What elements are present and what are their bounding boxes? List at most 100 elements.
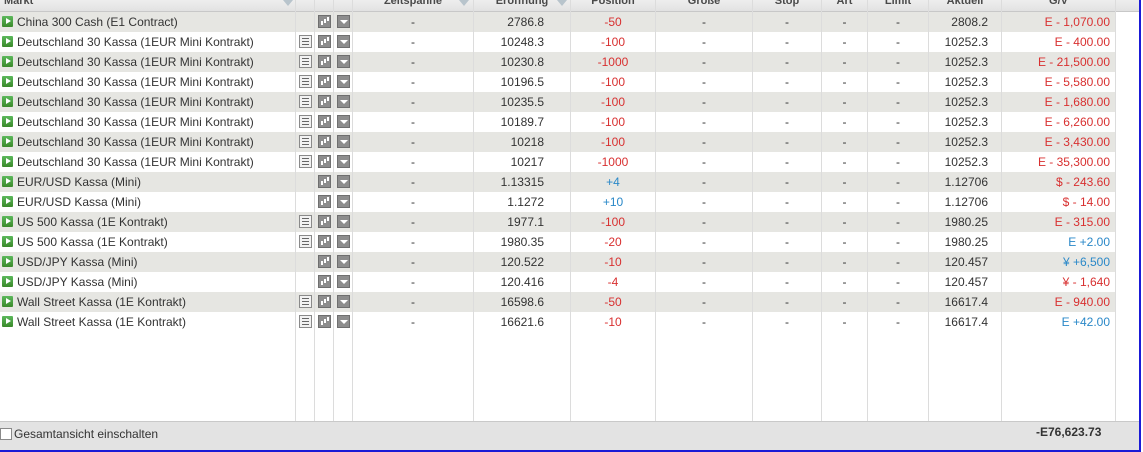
table-row[interactable]: EUR/USD Kassa (Mini) - 1.13315 +4 - - - - 1.1270… [0,172,1116,192]
market-name[interactable]: China 300 Cash (E1 Contract) [17,12,293,32]
table-row[interactable]: USD/JPY Kassa (Mini) - 120.522 -10 - - - - 120.4… [0,252,1116,272]
dropdown-icon[interactable] [337,295,350,308]
play-icon[interactable] [2,116,13,127]
table-row[interactable]: Wall Street Kassa (1E Kontrakt) - 16598.6 -… [0,292,1116,312]
header-limit[interactable]: Limit [868,0,928,11]
dropdown-icon[interactable] [337,115,350,128]
notes-icon[interactable] [299,295,312,308]
table-row[interactable]: US 500 Kassa (1E Kontrakt) - 1980.35 -20 - - -… [0,232,1116,252]
play-icon[interactable] [2,96,13,107]
dropdown-icon[interactable] [337,155,350,168]
chart-icon[interactable] [318,35,331,48]
table-row[interactable]: China 300 Cash (E1 Contract) - 2786.8 -50 - -… [0,12,1116,32]
table-row[interactable]: Deutschland 30 Kassa (1EUR Mini Kontrakt… [0,112,1116,132]
market-name[interactable]: USD/JPY Kassa (Mini) [17,272,293,292]
table-row[interactable]: Deutschland 30 Kassa (1EUR Mini Kontrakt… [0,132,1116,152]
dropdown-icon[interactable] [337,175,350,188]
dropdown-icon[interactable] [337,35,350,48]
play-icon[interactable] [2,236,13,247]
dropdown-icon[interactable] [337,275,350,288]
notes-icon[interactable] [299,55,312,68]
chart-icon[interactable] [318,315,331,328]
market-name[interactable]: Deutschland 30 Kassa (1EUR Mini Kontrakt… [17,32,293,52]
sort-arrow-icon[interactable] [283,0,293,6]
play-icon[interactable] [2,276,13,287]
play-icon[interactable] [2,256,13,267]
market-name[interactable]: Deutschland 30 Kassa (1EUR Mini Kontrakt… [17,112,293,132]
market-name[interactable]: Deutschland 30 Kassa (1EUR Mini Kontrakt… [17,92,293,112]
chart-icon[interactable] [318,295,331,308]
chart-icon[interactable] [318,275,331,288]
table-row[interactable]: Deutschland 30 Kassa (1EUR Mini Kontrakt… [0,72,1116,92]
play-icon[interactable] [2,56,13,67]
notes-icon[interactable] [299,235,312,248]
header-aktuell[interactable]: Aktuell [929,0,1001,11]
play-icon[interactable] [2,136,13,147]
table-row[interactable]: Deutschland 30 Kassa (1EUR Mini Kontrakt… [0,92,1116,112]
chart-icon[interactable] [318,75,331,88]
chart-icon[interactable] [318,55,331,68]
play-icon[interactable] [2,176,13,187]
table-row[interactable]: USD/JPY Kassa (Mini) - 120.416 -4 - - - - 120.45… [0,272,1116,292]
table-row[interactable]: Deutschland 30 Kassa (1EUR Mini Kontrakt… [0,52,1116,72]
play-icon[interactable] [2,76,13,87]
header-zeitspanne[interactable]: Zeitspanne [353,0,473,11]
notes-icon[interactable] [299,315,312,328]
dropdown-icon[interactable] [337,15,350,28]
dropdown-icon[interactable] [337,135,350,148]
dropdown-icon[interactable] [337,195,350,208]
dropdown-icon[interactable] [337,215,350,228]
table-row[interactable]: Wall Street Kassa (1E Kontrakt) - 16621.6 -… [0,312,1116,332]
notes-icon[interactable] [299,215,312,228]
notes-icon[interactable] [299,75,312,88]
market-name[interactable]: US 500 Kassa (1E Kontrakt) [17,232,293,252]
dropdown-icon[interactable] [337,95,350,108]
chart-icon[interactable] [318,115,331,128]
market-name[interactable]: Wall Street Kassa (1E Kontrakt) [17,292,293,312]
play-icon[interactable] [2,16,13,27]
dropdown-icon[interactable] [337,255,350,268]
market-name[interactable]: EUR/USD Kassa (Mini) [17,192,293,212]
market-name[interactable]: EUR/USD Kassa (Mini) [17,172,293,192]
chart-icon[interactable] [318,235,331,248]
header-groesse[interactable]: Größe [656,0,752,11]
notes-icon[interactable] [299,135,312,148]
play-icon[interactable] [2,316,13,327]
market-name[interactable]: Wall Street Kassa (1E Kontrakt) [17,312,293,332]
header-gv[interactable]: G/V [1002,0,1115,11]
play-icon[interactable] [2,216,13,227]
overview-toggle-checkbox[interactable] [0,428,12,440]
market-name[interactable]: Deutschland 30 Kassa (1EUR Mini Kontrakt… [17,52,293,72]
chart-icon[interactable] [318,135,331,148]
chart-icon[interactable] [318,155,331,168]
dropdown-icon[interactable] [337,55,350,68]
header-stop[interactable]: Stop [753,0,821,11]
header-markt[interactable]: Markt [0,0,84,11]
market-name[interactable]: US 500 Kassa (1E Kontrakt) [17,212,293,232]
chart-icon[interactable] [318,215,331,228]
notes-icon[interactable] [299,115,312,128]
market-name[interactable]: Deutschland 30 Kassa (1EUR Mini Kontrakt… [17,152,293,172]
notes-icon[interactable] [299,35,312,48]
table-row[interactable]: Deutschland 30 Kassa (1EUR Mini Kontrakt… [0,32,1116,52]
market-name[interactable]: USD/JPY Kassa (Mini) [17,252,293,272]
header-position[interactable]: Position [571,0,655,11]
play-icon[interactable] [2,296,13,307]
chart-icon[interactable] [318,195,331,208]
table-row[interactable]: Deutschland 30 Kassa (1EUR Mini Kontrakt… [0,152,1116,172]
sort-arrow-icon[interactable] [557,0,567,6]
sort-arrow-icon[interactable] [459,0,469,6]
play-icon[interactable] [2,36,13,47]
table-row[interactable]: EUR/USD Kassa (Mini) - 1.1272 +10 - - - - 1.1270… [0,192,1116,212]
overview-toggle-label[interactable]: Gesamtansicht einschalten [14,427,158,441]
chart-icon[interactable] [318,15,331,28]
dropdown-icon[interactable] [337,75,350,88]
chart-icon[interactable] [318,95,331,108]
chart-icon[interactable] [318,255,331,268]
play-icon[interactable] [2,196,13,207]
chart-icon[interactable] [318,175,331,188]
header-eroeffnung[interactable]: Eröffnung [474,0,570,11]
market-name[interactable]: Deutschland 30 Kassa (1EUR Mini Kontrakt… [17,72,293,92]
notes-icon[interactable] [299,155,312,168]
dropdown-icon[interactable] [337,315,350,328]
